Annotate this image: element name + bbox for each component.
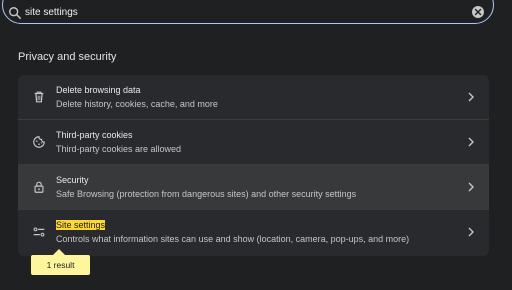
chevron-right-icon <box>468 137 474 147</box>
sliders-icon <box>33 227 45 237</box>
security-item[interactable]: Security Safe Browsing (protection from … <box>18 165 489 210</box>
lock-icon <box>34 181 44 193</box>
item-title: Third-party cookies <box>56 130 133 140</box>
search-input[interactable] <box>25 3 445 21</box>
privacy-security-card: Delete browsing data Delete history, coo… <box>18 75 489 256</box>
item-title: Security <box>56 175 89 185</box>
search-bar[interactable] <box>2 0 494 24</box>
item-subtitle: Safe Browsing (protection from dangerous… <box>56 189 357 199</box>
section-title: Privacy and security <box>18 51 117 63</box>
clear-search-button[interactable] <box>472 6 484 18</box>
item-subtitle: Controls what information sites can use … <box>56 234 410 244</box>
item-title: Delete browsing data <box>56 85 141 95</box>
site-settings-item[interactable]: Site settings Controls what information … <box>18 210 489 255</box>
search-match-highlight: Site settings <box>56 220 106 230</box>
chevron-right-icon <box>468 92 474 102</box>
chevron-right-icon <box>468 227 474 237</box>
cookie-icon <box>33 136 45 148</box>
third-party-cookies-item[interactable]: Third-party cookies Third-party cookies … <box>18 120 489 165</box>
item-subtitle: Delete history, cookies, cache, and more <box>56 99 218 109</box>
search-result-bubble: 1 result <box>31 249 90 275</box>
settings-page: Privacy and security Delete browsing dat… <box>0 0 512 290</box>
close-icon <box>474 8 482 16</box>
chevron-right-icon <box>468 182 474 192</box>
item-subtitle: Third-party cookies are allowed <box>56 144 182 154</box>
delete-browsing-data-item[interactable]: Delete browsing data Delete history, coo… <box>18 75 489 120</box>
search-icon <box>9 7 22 20</box>
item-title: Site settings <box>56 220 106 230</box>
trash-icon <box>34 91 44 103</box>
